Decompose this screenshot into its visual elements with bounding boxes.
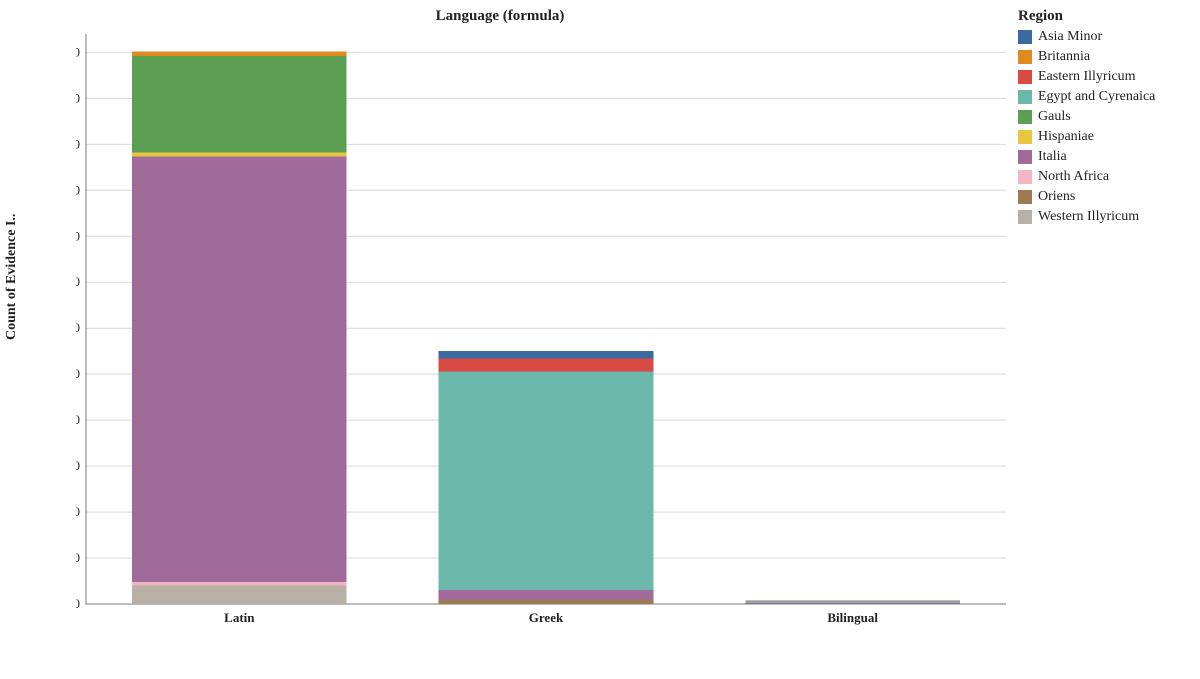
x-tick-label: Greek — [529, 610, 564, 625]
bar-segment — [745, 600, 960, 601]
y-tick-label: 100 — [76, 504, 80, 519]
legend-label: Eastern Illyricum — [1038, 67, 1136, 87]
bar-segment — [132, 153, 347, 157]
legend-item: Oriens — [1018, 187, 1188, 207]
bar-segment — [745, 603, 960, 604]
legend-swatch — [1018, 130, 1032, 144]
legend-item: Asia Minor — [1018, 27, 1188, 47]
legend-swatch — [1018, 30, 1032, 44]
legend-item: Italia — [1018, 147, 1188, 167]
y-tick-label: 50 — [76, 550, 80, 565]
legend-title: Region — [1018, 8, 1188, 25]
legend-label: Hispaniae — [1038, 127, 1094, 147]
legend-swatch — [1018, 210, 1032, 224]
x-tick-label: Latin — [224, 610, 255, 625]
legend: Region Asia MinorBritanniaEastern Illyri… — [1018, 8, 1188, 227]
chart-container: Language (formula) Count of Evidence I..… — [0, 0, 1200, 679]
bar-segment — [745, 601, 960, 603]
x-tick-label: Bilingual — [827, 610, 878, 625]
legend-label: Italia — [1038, 147, 1067, 167]
y-tick-label: 250 — [76, 366, 80, 381]
legend-swatch — [1018, 110, 1032, 124]
legend-item: Eastern Illyricum — [1018, 67, 1188, 87]
legend-label: Oriens — [1038, 187, 1075, 207]
plot-area: 0 50 100 150 200 250 300 350 400 450 500 550 600 Lati… — [76, 24, 1016, 634]
y-tick-label: 200 — [76, 412, 80, 427]
legend-item: Western Illyricum — [1018, 207, 1188, 227]
legend-swatch — [1018, 90, 1032, 104]
legend-swatch — [1018, 70, 1032, 84]
legend-swatch — [1018, 150, 1032, 164]
bar-segment — [439, 599, 654, 604]
legend-swatch — [1018, 190, 1032, 204]
chart-title: Language (formula) — [0, 8, 1000, 25]
bar-segment — [132, 156, 347, 582]
bar-segment — [439, 351, 654, 358]
y-tick-label: 0 — [76, 596, 80, 611]
bar-segment — [132, 56, 347, 153]
legend-item: Hispaniae — [1018, 127, 1188, 147]
legend-label: Western Illyricum — [1038, 207, 1139, 227]
legend-item: Egypt and Cyrenaica — [1018, 87, 1188, 107]
y-tick-label: 150 — [76, 458, 80, 473]
bar-segment — [439, 371, 654, 590]
y-tick-label: 300 — [76, 320, 80, 335]
y-tick-label: 450 — [76, 182, 80, 197]
legend-label: Britannia — [1038, 47, 1090, 67]
y-tick-label: 400 — [76, 228, 80, 243]
y-tick-label: 350 — [76, 274, 80, 289]
legend-item: Britannia — [1018, 47, 1188, 67]
legend-label: Asia Minor — [1038, 27, 1102, 47]
y-tick-label: 500 — [76, 136, 80, 151]
bar-segment — [132, 582, 347, 586]
legend-item: North Africa — [1018, 167, 1188, 187]
legend-label: North Africa — [1038, 167, 1109, 187]
y-tick-label: 550 — [76, 90, 80, 105]
bar-segment — [132, 51, 347, 56]
legend-label: Gauls — [1038, 107, 1071, 127]
y-axis-label: Count of Evidence I.. — [4, 214, 20, 340]
legend-swatch — [1018, 50, 1032, 64]
bar-segment — [132, 586, 347, 604]
legend-item: Gauls — [1018, 107, 1188, 127]
bar-segment — [439, 590, 654, 599]
legend-swatch — [1018, 170, 1032, 184]
legend-label: Egypt and Cyrenaica — [1038, 87, 1155, 107]
y-tick-label: 600 — [76, 44, 80, 59]
bar-segment — [439, 359, 654, 372]
